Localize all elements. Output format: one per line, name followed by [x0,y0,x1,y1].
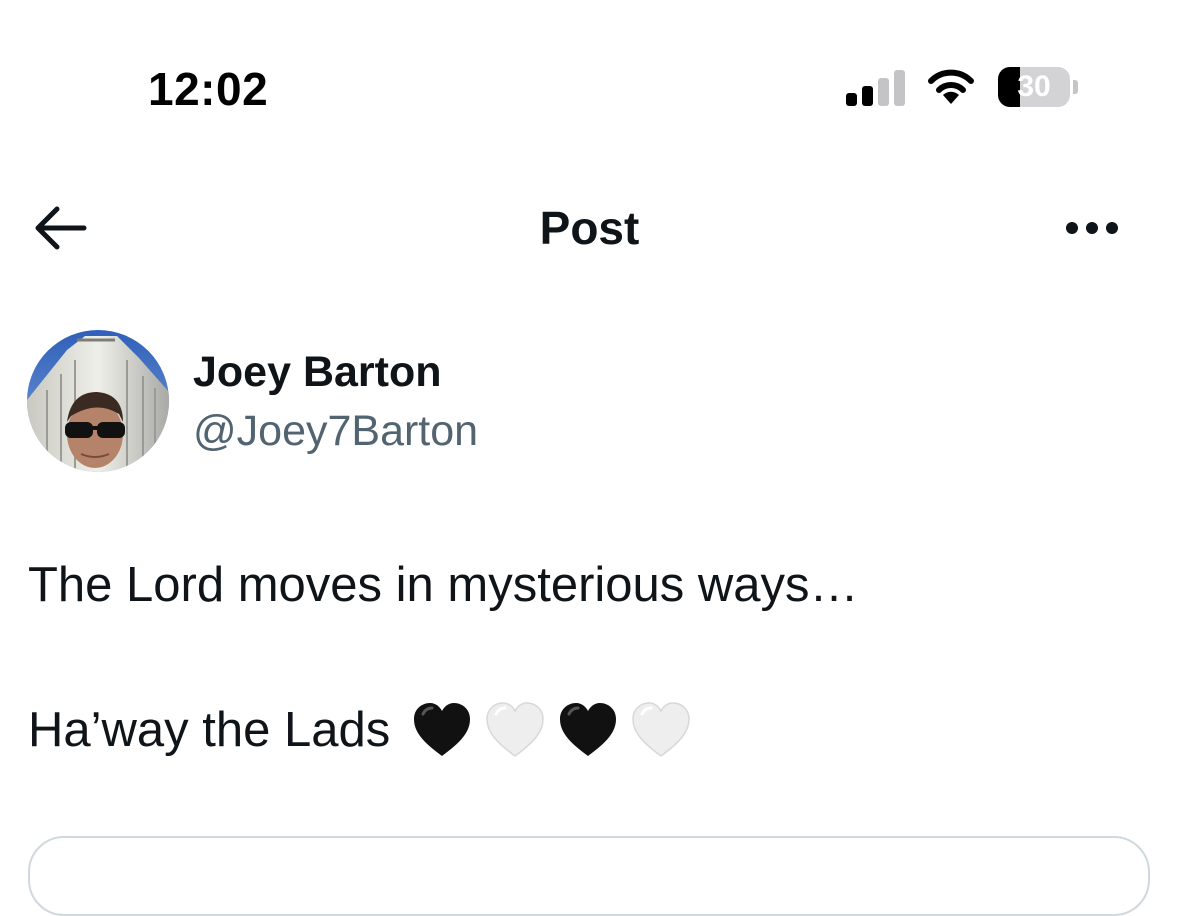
avatar[interactable] [27,330,169,472]
cellular-signal-icon [846,70,906,106]
signal-bar [862,86,873,106]
page-title: Post [539,202,640,254]
signal-bar [894,70,905,106]
signal-bar [878,78,889,106]
ellipsis-icon [1066,222,1118,234]
post-text-line-2: Ha’way the Lads [28,700,703,764]
black-heart-icon [413,703,470,756]
author-name[interactable]: Joey Barton [193,345,442,399]
avatar-photo [27,330,169,472]
post-header: Post [0,180,1179,276]
battery-cap [1073,80,1078,94]
post-media-card[interactable] [28,836,1150,916]
emoji-group [411,700,703,760]
status-time: 12:02 [148,63,269,115]
post-text: Ha’way the Lads [28,703,391,757]
signal-bar [846,93,857,106]
author-handle[interactable]: @Joey7Barton [193,404,478,458]
battery-body: 30 [998,67,1070,107]
white-heart-icon [485,702,544,757]
black-heart-icon [559,703,616,756]
white-heart-icon [631,702,690,757]
status-bar: 12:02 30 [0,0,1179,150]
more-options-button[interactable] [1058,202,1138,254]
wifi-icon [928,69,974,104]
battery-level: 30 [1017,70,1051,103]
battery-icon: 30 [998,67,1080,107]
post-text-line-1: The Lord moves in mysterious ways… [28,558,859,612]
